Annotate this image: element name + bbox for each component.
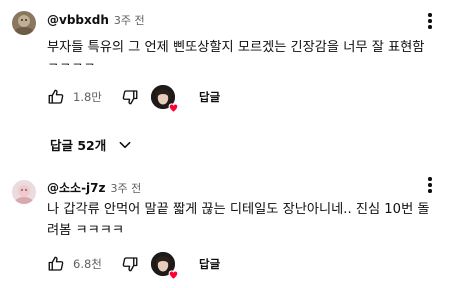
more-vert-icon[interactable] <box>426 177 434 195</box>
dislike-icon[interactable] <box>121 255 139 273</box>
reply-button[interactable]: 답글 <box>199 89 220 105</box>
comment-thread: @소소-j7z 3주 전 나 갑각류 안먹어 말끝 짧게 끊는 디테일도 장난아… <box>0 164 456 288</box>
author-handle[interactable]: @소소-j7z <box>47 179 106 196</box>
reply-button[interactable]: 답글 <box>199 256 220 272</box>
avatar[interactable] <box>12 11 36 35</box>
view-replies-button[interactable]: 답글 52개 <box>50 132 132 156</box>
comment-thread: @vbbxdh 3주 전 부자들 특유의 그 언제 삔또상할지 모르겠는 긴장감… <box>0 0 456 124</box>
more-vert-icon[interactable] <box>426 13 434 31</box>
author-handle[interactable]: @vbbxdh <box>47 13 109 27</box>
comment-text: 나 갑각류 안먹어 말끝 짧게 끊는 디테일도 장난아니네.. 진심 10번 돌… <box>47 202 430 238</box>
like-icon[interactable] <box>47 88 65 106</box>
replies-count-label: 답글 52개 <box>50 137 107 153</box>
comment-time[interactable]: 3주 전 <box>111 180 142 196</box>
comment-time[interactable]: 3주 전 <box>114 12 145 28</box>
comment-header: @vbbxdh 3주 전 <box>47 12 145 28</box>
creator-heart-badge[interactable] <box>151 252 179 281</box>
like-count: 1.8만 <box>73 90 102 104</box>
comment-text: 부자들 특유의 그 언제 삔또상할지 모르겠는 긴장감을 너무 잘 표현함 ㅋㅋ… <box>47 40 425 65</box>
creator-heart-badge[interactable] <box>151 85 179 114</box>
avatar[interactable] <box>12 180 36 204</box>
like-count: 6.8천 <box>73 257 102 271</box>
dislike-icon[interactable] <box>121 88 139 106</box>
comment-actions: 1.8만 답글 <box>47 83 220 114</box>
heart-icon <box>167 99 180 114</box>
comment-header: @소소-j7z 3주 전 <box>47 179 141 196</box>
heart-icon <box>167 266 180 281</box>
chevron-down-icon <box>118 137 132 151</box>
comment-actions: 6.8천 답글 <box>47 250 220 281</box>
like-icon[interactable] <box>47 255 65 273</box>
